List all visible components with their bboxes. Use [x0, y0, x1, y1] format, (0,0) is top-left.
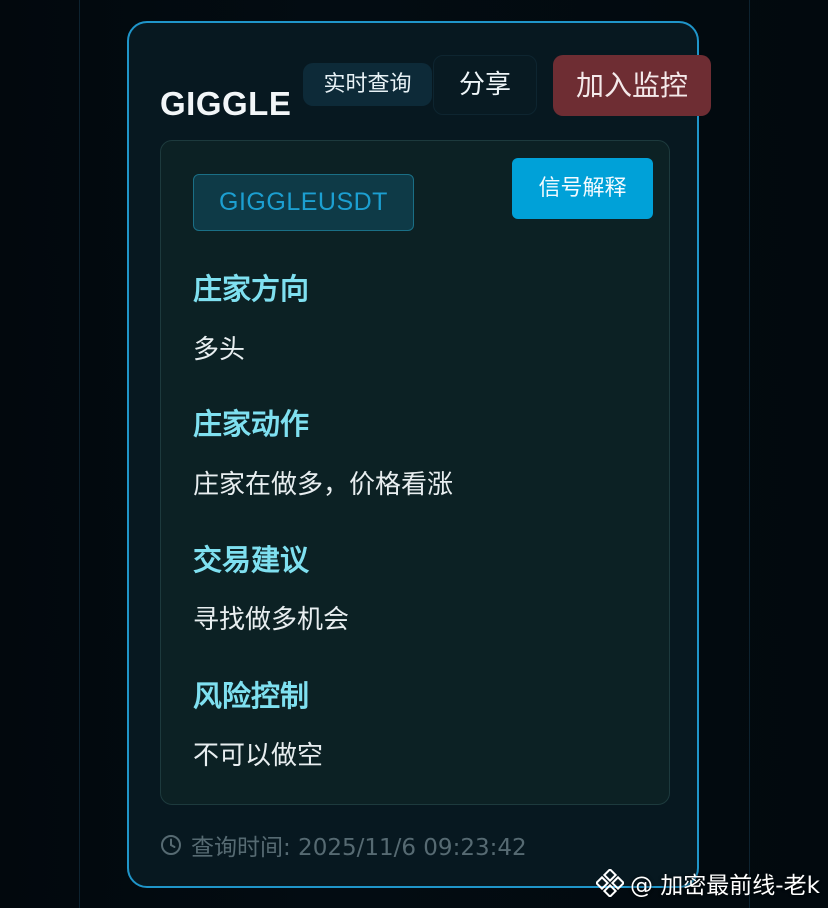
trading-pair-tag: GIGGLEUSDT [193, 174, 414, 231]
signal-panel: GIGGLEUSDT 信号解释 庄家方向 多头 庄家动作 庄家在做多，价格看涨 … [160, 140, 670, 805]
query-time-footer: 查询时间: 2025/11/6 09:23:42 [160, 829, 527, 861]
section-title-suggestion: 交易建议 [193, 543, 310, 577]
column-divider-right [749, 0, 750, 908]
query-time-text: 查询时间: 2025/11/6 09:23:42 [191, 835, 527, 861]
section-value-suggestion: 寻找做多机会 [193, 605, 350, 635]
section-title-direction: 庄家方向 [193, 272, 310, 306]
share-button[interactable]: 分享 [433, 55, 537, 115]
column-divider-left [79, 0, 80, 908]
section-value-risk: 不可以做空 [193, 741, 324, 771]
signal-card: GIGGLE 实时查询 分享 加入监控 GIGGLEUSDT 信号解释 庄家方向… [127, 21, 711, 888]
binance-logo-icon [596, 869, 624, 897]
clock-icon [161, 835, 181, 855]
card-header: GIGGLE 实时查询 分享 加入监控 [129, 23, 711, 143]
signal-explain-button[interactable]: 信号解释 [512, 158, 653, 219]
section-title-action: 庄家动作 [193, 407, 310, 441]
section-value-direction: 多头 [193, 335, 246, 365]
watermark: @ 加密最前线-老k [596, 866, 820, 900]
watermark-text: @ 加密最前线-老k [630, 873, 820, 899]
coin-symbol: GIGGLE [160, 85, 292, 122]
section-title-risk: 风险控制 [193, 679, 310, 713]
page: GIGGLE 实时查询 分享 加入监控 GIGGLEUSDT 信号解释 庄家方向… [0, 0, 828, 908]
realtime-query-badge[interactable]: 实时查询 [303, 63, 432, 106]
section-value-action: 庄家在做多，价格看涨 [193, 470, 454, 500]
add-monitor-button[interactable]: 加入监控 [553, 55, 711, 116]
